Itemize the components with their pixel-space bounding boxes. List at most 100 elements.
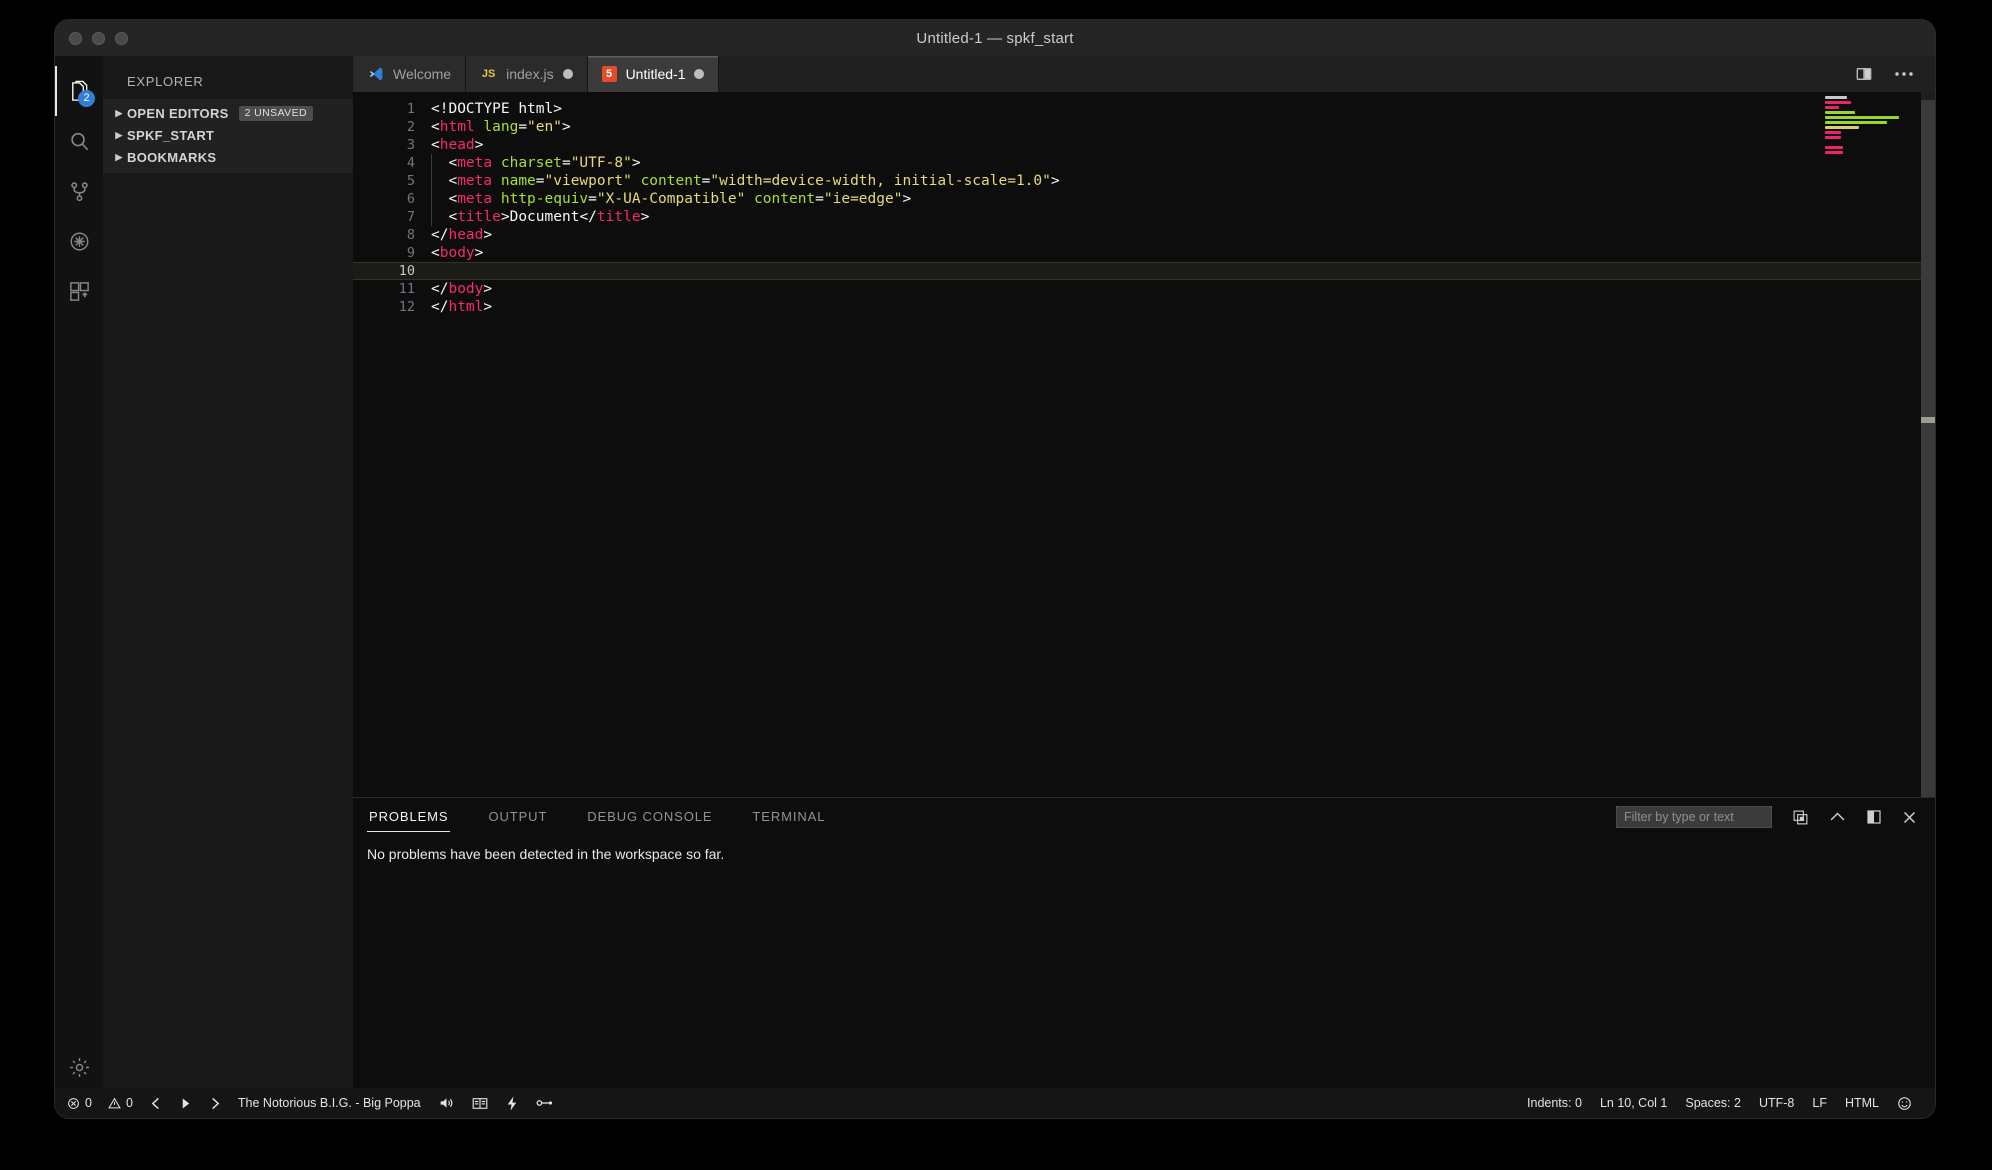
smiley-icon[interactable] [1888,1088,1921,1118]
minimap-line [1825,136,1841,139]
html5-icon: 5 [602,66,617,82]
debug-icon [68,230,91,253]
traffic-lights [69,32,128,45]
code-line[interactable]: 5 <meta name="viewport" content="width=d… [353,172,1935,190]
activitybar-item-manage[interactable] [55,1042,103,1092]
code-line[interactable]: 2<html lang="en"> [353,118,1935,136]
code-text: <meta name="viewport" content="width=dev… [431,172,1935,190]
playlist-icon[interactable] [463,1088,497,1118]
indent-guide [431,190,432,208]
code-text: <meta http-equiv="X-UA-Compatible" conte… [431,190,1935,208]
minimap-line [1825,96,1847,99]
close-window-button[interactable] [69,32,82,45]
activitybar-item-explorer[interactable]: 2 [55,66,103,116]
activitybar-item-search[interactable] [55,116,103,166]
minimap-line [1825,121,1887,124]
line-number: 10 [353,262,431,280]
extensions-icon [68,280,91,303]
status-bar: 0 0 [55,1088,1935,1118]
line-number: 4 [353,154,431,172]
maximize-panel-icon[interactable] [1866,809,1882,825]
code-line[interactable]: 6 <meta http-equiv="X-UA-Compatible" con… [353,190,1935,208]
chevron-up-icon[interactable] [1829,811,1846,823]
search-icon [68,130,91,153]
volume-icon[interactable] [430,1088,463,1118]
line-number: 11 [353,280,431,298]
code-text: <head> [431,136,1935,154]
copy-icon[interactable] [1792,809,1809,826]
zoom-window-button[interactable] [115,32,128,45]
status-indents[interactable]: Indents: 0 [1518,1088,1591,1118]
line-number: 1 [353,100,431,118]
line-number: 5 [353,172,431,190]
status-problems[interactable]: 0 0 [55,1088,142,1118]
sidebar-section-open-editors[interactable]: ▶ OPEN EDITORS 2 UNSAVED [103,102,353,124]
activitybar-item-extensions[interactable] [55,266,103,316]
minimap[interactable] [1825,96,1917,216]
chevron-right-icon: ▶ [111,108,127,119]
status-bar-left: 0 0 [55,1088,562,1118]
tab-label: Untitled-1 [626,66,686,82]
tab-label: index.js [506,66,553,82]
editor-actions [1855,56,1935,92]
scrollbar-overview-top [1921,92,1935,100]
close-icon[interactable] [1902,810,1917,825]
status-encoding[interactable]: UTF-8 [1750,1088,1803,1118]
status-indentation[interactable]: Spaces: 2 [1676,1088,1750,1118]
code-text: </head> [431,226,1935,244]
ellipsis-icon[interactable] [1895,71,1913,77]
media-previous-button[interactable] [142,1088,171,1118]
code-line[interactable]: 10 [353,262,1935,280]
code-text: <title>Document</title> [431,208,1935,226]
title-bar: Untitled-1 — spkf_start [55,20,1935,56]
activitybar-item-source-control[interactable] [55,166,103,216]
code-line[interactable]: 12</html> [353,298,1935,316]
tab-untitled-1[interactable]: 5 Untitled-1 [588,56,720,92]
panel-tab-output[interactable]: OUTPUT [486,803,549,832]
split-editor-icon[interactable] [1855,65,1873,83]
tab-index-js[interactable]: JS index.js [466,56,587,92]
problems-filter-input[interactable]: Filter by type or text [1616,806,1772,828]
code-lines[interactable]: 1<!DOCTYPE html>2<html lang="en">3<head>… [353,100,1935,316]
code-line[interactable]: 7 <title>Document</title> [353,208,1935,226]
lightning-icon[interactable] [497,1088,527,1118]
minimap-line [1825,101,1851,104]
code-line[interactable]: 3<head> [353,136,1935,154]
line-number: 3 [353,136,431,154]
tab-welcome[interactable]: Welcome [353,56,466,92]
error-count: 0 [85,1096,92,1110]
minimap-line [1825,131,1841,134]
media-next-button[interactable] [200,1088,229,1118]
line-number: 9 [353,244,431,262]
problems-empty-message: No problems have been detected in the wo… [353,836,1935,862]
sidebar-section-bookmarks[interactable]: ▶ BOOKMARKS [103,146,353,168]
tab-dirty-indicator[interactable] [563,69,573,79]
status-eol[interactable]: LF [1803,1088,1836,1118]
panel-tab-terminal[interactable]: TERMINAL [750,803,827,832]
code-text: <html lang="en"> [431,118,1935,136]
explorer-badge: 2 [78,90,95,107]
sidebar-section-spkf-start[interactable]: ▶ SPKF_START [103,124,353,146]
code-line[interactable]: 9<body> [353,244,1935,262]
status-cursor-position[interactable]: Ln 10, Col 1 [1591,1088,1676,1118]
code-text: <!DOCTYPE html> [431,100,1935,118]
code-line[interactable]: 4 <meta charset="UTF-8"> [353,154,1935,172]
indent-guide [431,154,432,172]
panel-tab-problems[interactable]: PROBLEMS [367,803,450,832]
scrollbar-thumb[interactable] [1921,417,1935,423]
status-bar-right: Indents: 0 Ln 10, Col 1 Spaces: 2 UTF-8 … [1518,1088,1935,1118]
tab-dirty-indicator[interactable] [694,69,704,79]
sidebar-section-label: SPKF_START [127,128,214,143]
now-playing-label[interactable]: The Notorious B.I.G. - Big Poppa [229,1088,430,1118]
panel-tab-debug-console[interactable]: DEBUG CONSOLE [585,803,714,832]
minimize-window-button[interactable] [92,32,105,45]
code-text: <meta charset="UTF-8"> [431,154,1935,172]
status-language-mode[interactable]: HTML [1836,1088,1888,1118]
sidebar-section-label: BOOKMARKS [127,150,216,165]
media-play-button[interactable] [171,1088,200,1118]
activitybar-item-run-and-debug[interactable] [55,216,103,266]
link-icon[interactable] [527,1088,562,1118]
code-line[interactable]: 11</body> [353,280,1935,298]
code-line[interactable]: 1<!DOCTYPE html> [353,100,1935,118]
code-line[interactable]: 8</head> [353,226,1935,244]
